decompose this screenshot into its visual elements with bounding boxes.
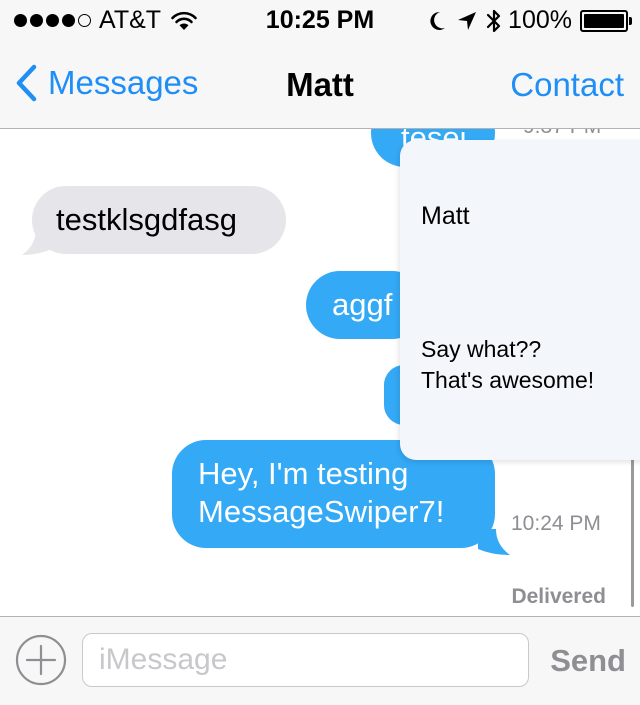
message-swiper-panel[interactable]: Matt Say what?? That's awesome! [400,140,640,460]
message-text-line: MessageSwiper7! [198,494,445,529]
message-text: aggf [332,287,393,322]
panel-message-text: Say what?? That's awesome! [421,334,640,396]
contact-button[interactable]: Contact [510,66,624,104]
panel-message-line: Say what?? [421,336,542,362]
back-button-label: Messages [48,64,199,101]
panel-contact-name: Matt [421,202,470,230]
message-timestamp: 10:24 PM [511,512,601,535]
scroll-indicator[interactable] [631,457,634,607]
message-text-line: Hey, I'm testing [198,456,409,491]
battery-icon [580,9,632,32]
chevron-left-icon [16,64,37,102]
status-right: 100% [429,6,632,35]
bluetooth-icon [486,9,501,32]
battery-fill [584,13,624,28]
navigation-bar: Messages Matt Contact [0,40,640,129]
plus-circle-icon[interactable] [15,634,67,686]
moon-icon [430,11,446,30]
location-arrow-icon [458,11,477,30]
send-button[interactable]: Send [550,643,626,679]
status-bar: AT&T 10:25 PM 100% [0,0,640,40]
back-button[interactable]: Messages [14,64,198,102]
panel-message-line: That's awesome! [421,367,595,393]
message-input[interactable] [82,633,529,687]
battery-percent: 100% [508,6,572,34]
message-text: testklsgdfasg [56,202,237,237]
incoming-message-bubble[interactable]: testklsgdfasg [32,186,286,254]
message-timestamp: 9:37 PM [523,129,601,139]
delivered-status: Delivered [511,585,606,608]
composer-bar: Send [0,616,640,705]
